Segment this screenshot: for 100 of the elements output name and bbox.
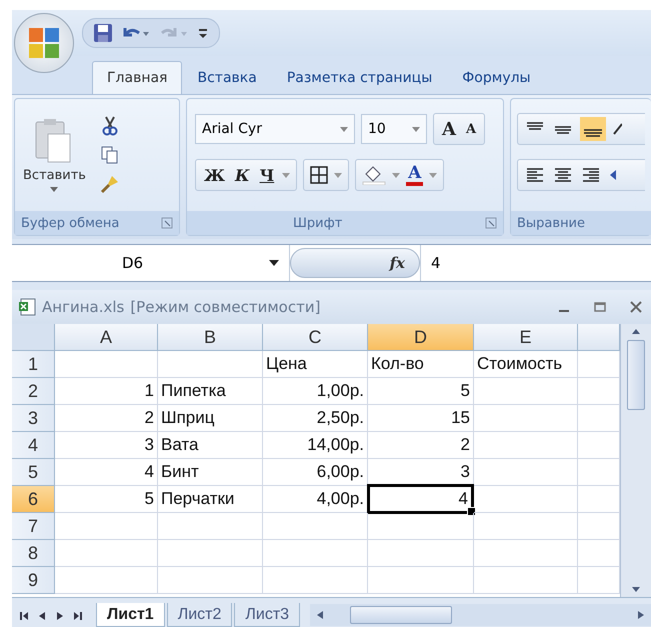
close-icon[interactable] bbox=[629, 300, 643, 314]
column-header[interactable]: E bbox=[474, 324, 578, 351]
save-icon[interactable] bbox=[93, 23, 113, 43]
table-cell[interactable] bbox=[368, 513, 474, 540]
italic-button[interactable]: К bbox=[233, 166, 252, 184]
last-sheet-icon[interactable] bbox=[72, 610, 84, 622]
row-header[interactable]: 8 bbox=[12, 540, 55, 567]
table-cell[interactable]: 4 bbox=[55, 459, 158, 486]
dialog-launcher-icon[interactable] bbox=[161, 217, 173, 229]
select-all-button[interactable] bbox=[12, 324, 55, 351]
table-cell[interactable] bbox=[474, 405, 578, 432]
ribbon-tab[interactable]: Главная bbox=[92, 61, 182, 94]
table-cell[interactable]: Перчатки bbox=[158, 486, 263, 513]
table-cell[interactable] bbox=[474, 567, 578, 594]
sheet-tab[interactable]: Лист2 bbox=[166, 603, 232, 627]
table-cell[interactable]: Стоимость bbox=[474, 351, 578, 378]
table-cell[interactable]: Пипетка bbox=[158, 378, 263, 405]
caret-icon[interactable] bbox=[429, 172, 438, 178]
table-cell[interactable] bbox=[55, 513, 158, 540]
table-cell[interactable]: 2 bbox=[55, 405, 158, 432]
scroll-thumb[interactable] bbox=[350, 606, 452, 624]
paintbrush-icon[interactable] bbox=[100, 174, 120, 194]
row-header[interactable]: 7 bbox=[12, 513, 55, 540]
align-left-icon[interactable] bbox=[524, 166, 546, 184]
font-color-button[interactable]: A bbox=[406, 164, 424, 186]
table-cell[interactable]: Цена bbox=[263, 351, 368, 378]
table-cell[interactable]: 2 bbox=[368, 432, 474, 459]
table-cell[interactable] bbox=[474, 513, 578, 540]
column-header[interactable]: B bbox=[158, 324, 263, 351]
table-cell[interactable]: 4 bbox=[367, 484, 474, 514]
table-cell[interactable]: 15 bbox=[368, 405, 474, 432]
caret-icon[interactable] bbox=[282, 172, 290, 178]
scroll-thumb[interactable] bbox=[627, 340, 645, 410]
horizontal-scrollbar[interactable] bbox=[310, 604, 651, 626]
vertical-scrollbar[interactable] bbox=[620, 324, 651, 597]
align-right-icon[interactable] bbox=[580, 166, 602, 184]
paste-button[interactable]: Вставить bbox=[21, 116, 88, 194]
row-header[interactable]: 4 bbox=[12, 432, 55, 459]
underline-button[interactable]: Ч bbox=[258, 166, 276, 184]
table-cell[interactable]: 5 bbox=[55, 486, 158, 513]
dialog-launcher-icon[interactable] bbox=[485, 217, 497, 229]
table-cell[interactable]: Бинт bbox=[158, 459, 263, 486]
table-cell[interactable] bbox=[474, 378, 578, 405]
sheet-tab[interactable]: Лист1 bbox=[96, 603, 165, 627]
sheet-tab[interactable]: Лист3 bbox=[234, 603, 300, 627]
table-cell[interactable]: Шприц bbox=[158, 405, 263, 432]
table-cell[interactable]: 14,00р. bbox=[263, 432, 368, 459]
maximize-icon[interactable] bbox=[593, 300, 607, 314]
table-cell[interactable] bbox=[474, 540, 578, 567]
caret-icon[interactable] bbox=[334, 172, 342, 178]
scissors-icon[interactable] bbox=[100, 116, 119, 136]
table-cell[interactable]: 1,00р. bbox=[263, 378, 368, 405]
ribbon-tab[interactable]: Формулы bbox=[447, 61, 546, 94]
table-cell[interactable]: 2,50р. bbox=[263, 405, 368, 432]
column-header[interactable]: D bbox=[368, 324, 474, 351]
column-header[interactable] bbox=[578, 324, 620, 351]
shrink-font-button[interactable]: A bbox=[464, 122, 478, 136]
table-cell[interactable] bbox=[158, 351, 263, 378]
bold-button[interactable]: Ж bbox=[202, 166, 227, 184]
table-cell[interactable] bbox=[474, 432, 578, 459]
table-cell[interactable] bbox=[263, 513, 368, 540]
ribbon-tab[interactable]: Разметка страницы bbox=[272, 61, 448, 94]
name-box[interactable]: D6 bbox=[12, 245, 290, 281]
table-cell[interactable]: 3 bbox=[55, 432, 158, 459]
table-cell[interactable] bbox=[55, 351, 158, 378]
table-cell[interactable] bbox=[474, 459, 578, 486]
table-cell[interactable]: 1 bbox=[55, 378, 158, 405]
formula-input[interactable]: 4 bbox=[420, 245, 651, 281]
customize-icon[interactable] bbox=[197, 26, 209, 40]
table-cell[interactable] bbox=[474, 486, 578, 513]
align-center-icon[interactable] bbox=[552, 166, 574, 184]
formula-bar-button[interactable]: fx bbox=[290, 248, 420, 278]
row-header[interactable]: 2 bbox=[12, 378, 55, 405]
grow-font-button[interactable]: A bbox=[440, 118, 458, 140]
table-cell[interactable]: 3 bbox=[368, 459, 474, 486]
row-header[interactable]: 6 bbox=[12, 486, 55, 513]
table-cell[interactable]: Кол-во bbox=[368, 351, 474, 378]
table-cell[interactable] bbox=[55, 567, 158, 594]
table-cell[interactable] bbox=[158, 567, 263, 594]
row-header[interactable]: 5 bbox=[12, 459, 55, 486]
row-header[interactable]: 1 bbox=[12, 351, 55, 378]
column-header[interactable]: A bbox=[55, 324, 158, 351]
ribbon-tab[interactable]: Вставка bbox=[182, 61, 272, 94]
font-size-field[interactable]: 10 bbox=[361, 114, 427, 144]
table-cell[interactable] bbox=[368, 567, 474, 594]
table-cell[interactable]: 5 bbox=[368, 378, 474, 405]
table-cell[interactable] bbox=[158, 540, 263, 567]
column-header[interactable]: C bbox=[263, 324, 368, 351]
table-cell[interactable]: 4,00р. bbox=[263, 486, 368, 513]
table-cell[interactable] bbox=[158, 513, 263, 540]
row-header[interactable]: 9 bbox=[12, 567, 55, 594]
fill-handle[interactable] bbox=[467, 507, 476, 516]
row-header[interactable]: 3 bbox=[12, 405, 55, 432]
table-cell[interactable] bbox=[263, 567, 368, 594]
table-cell[interactable] bbox=[55, 540, 158, 567]
copy-icon[interactable] bbox=[100, 146, 119, 164]
align-bottom-icon[interactable] bbox=[580, 117, 606, 141]
font-name-field[interactable]: Arial Cyr bbox=[195, 114, 355, 144]
first-sheet-icon[interactable] bbox=[18, 610, 30, 622]
table-cell[interactable]: 6,00р. bbox=[263, 459, 368, 486]
